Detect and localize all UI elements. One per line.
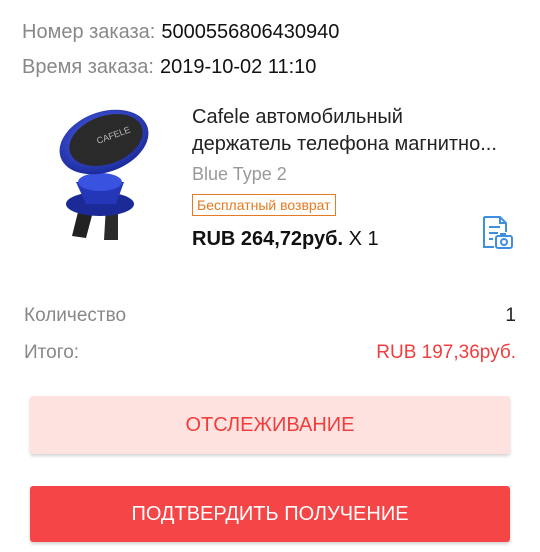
- product-price: RUB 264,72руб.: [192, 228, 344, 250]
- order-time-label: Время заказа:: [22, 56, 154, 78]
- total-value: RUB 197,36руб.: [376, 342, 516, 363]
- quantity-row: Количество 1: [24, 305, 516, 327]
- total-label: Итого:: [24, 342, 80, 363]
- phone-holder-image: CAFELE: [59, 109, 149, 240]
- product-price-row: RUB 264,72руб. X 1: [192, 228, 379, 251]
- confirm-receipt-button[interactable]: ПОДТВЕРДИТЬ ПОЛУЧЕНИЕ: [30, 486, 510, 542]
- order-number-label: Номер заказа:: [22, 21, 156, 43]
- product-title-line-1: Cafele автомобильный: [192, 106, 403, 128]
- order-number-value: 5000556806430940: [161, 21, 340, 43]
- order-time-value: 2019-10-02 11:10: [159, 56, 317, 78]
- snapshot-icon[interactable]: [478, 214, 516, 252]
- order-time-row: Время заказа: 2019-10-02 11:10: [22, 56, 316, 79]
- product-variant: Blue Type 2: [192, 164, 287, 184]
- product-title-line-2: держатель телефона магнитно...: [192, 133, 497, 155]
- product-title[interactable]: Cafele автомобильный держатель телефона …: [192, 104, 522, 158]
- document-camera-icon: [483, 216, 513, 249]
- free-return-badge: Бесплатный возврат: [192, 194, 336, 216]
- product-quantity: X 1: [348, 228, 379, 250]
- quantity-label: Количество: [24, 305, 127, 326]
- product-image[interactable]: CAFELE: [42, 104, 170, 250]
- track-button[interactable]: ОТСЛЕЖИВАНИЕ: [30, 396, 510, 454]
- total-row: Итого: RUB 197,36руб.: [24, 342, 516, 364]
- order-number-row: Номер заказа: 5000556806430940: [22, 21, 339, 44]
- quantity-value: 1: [505, 305, 516, 326]
